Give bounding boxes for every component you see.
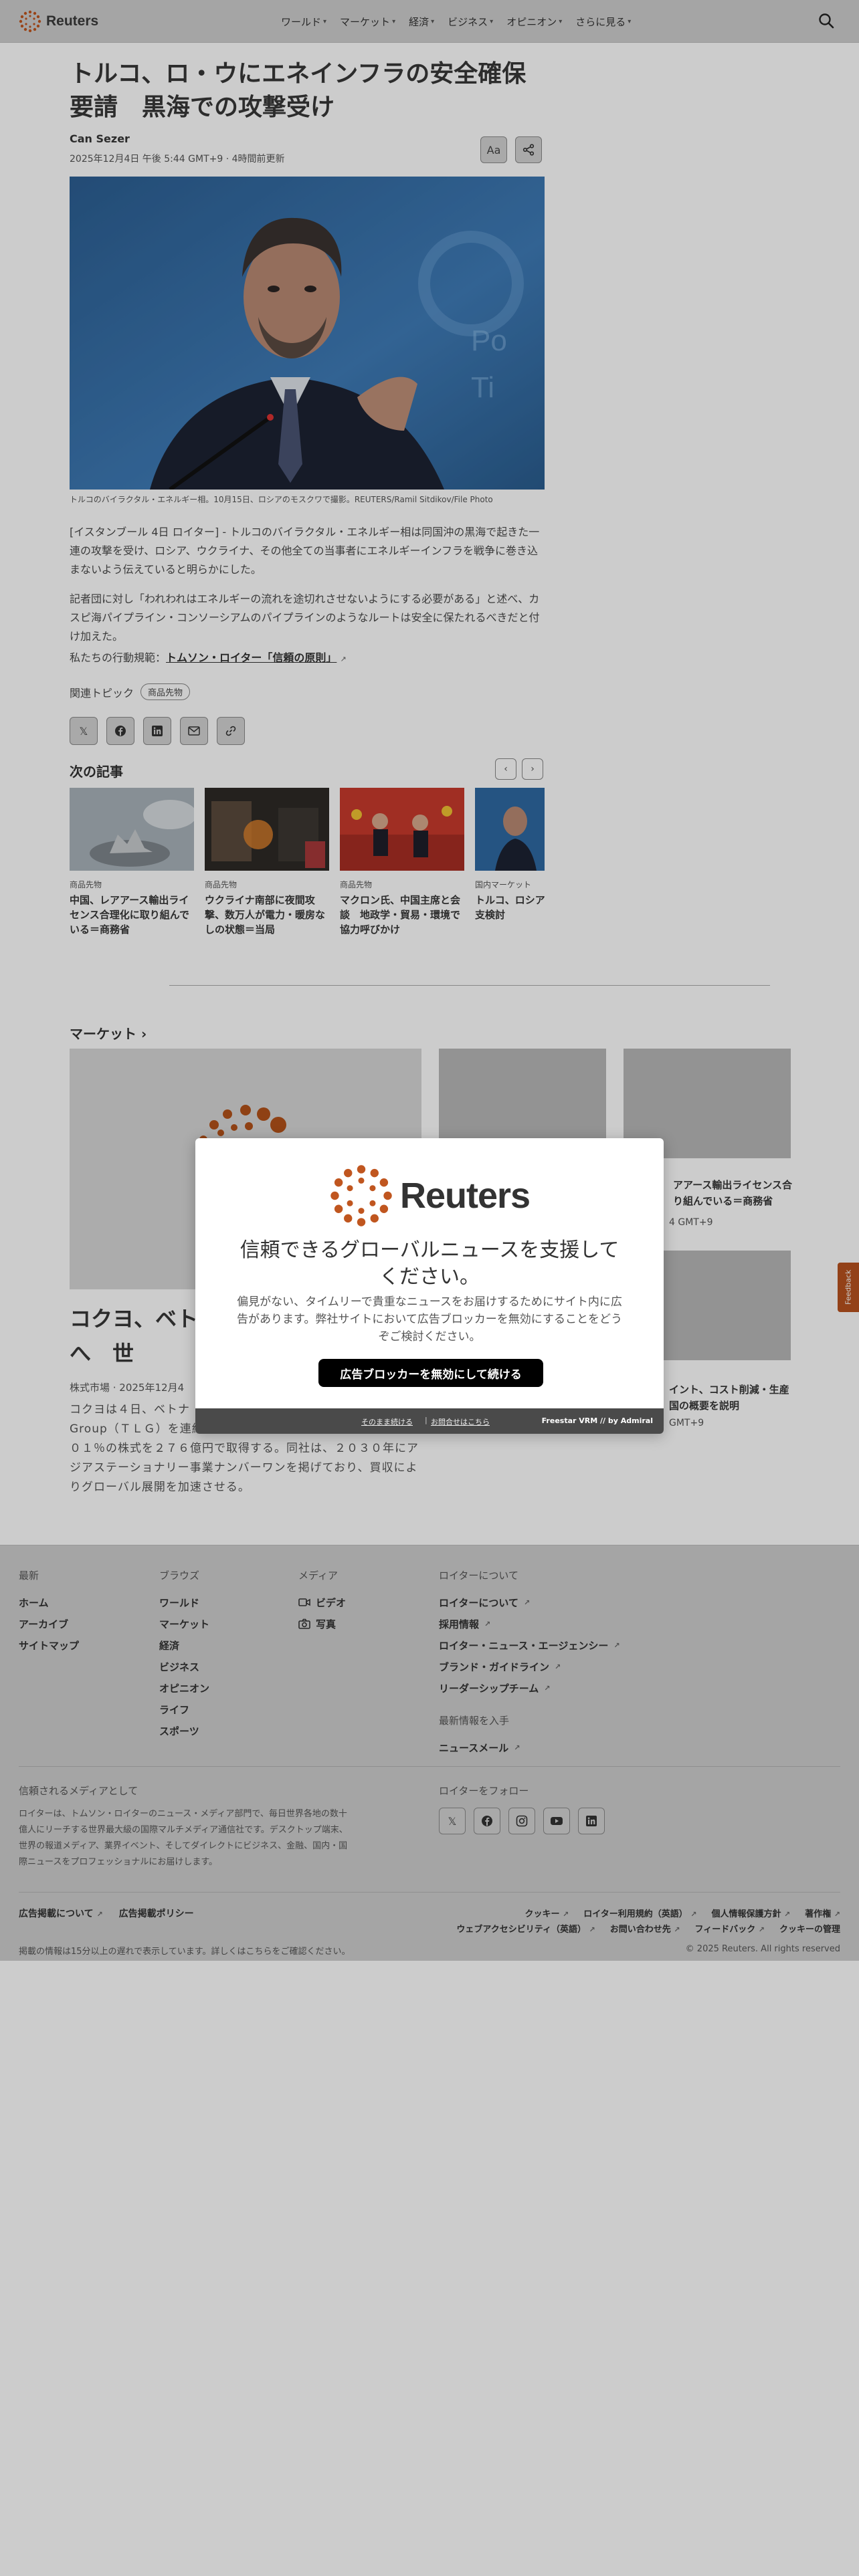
page: Reuters ワールド ▾ マーケット ▾ 経済 ▾ ビジネス ▾ オピニオン ▾ さら…: [0, 0, 859, 2576]
reuters-logo-icon: [330, 1165, 392, 1226]
modal-title: 信頼できるグローバルニュースを支援してください。: [240, 1239, 619, 1289]
separator: |: [425, 1416, 427, 1424]
modal-text: 偏見がない、タイムリーで貴重なニュースをお届けするためにサイト内に広告があります…: [237, 1295, 622, 1344]
modal-logo-text: Reuters: [400, 1176, 531, 1216]
continue-link[interactable]: そのまま続ける: [361, 1416, 413, 1427]
adblock-modal: Reuters 信頼できるグローバルニュースを支援してください。 偏見がない、タ…: [195, 1138, 664, 1434]
freestar-brand: Freestar VRM // by Admiral: [541, 1416, 653, 1425]
modal-footer-bar: そのまま続ける | お問合せはこちら Freestar VRM // by Ad…: [195, 1408, 664, 1434]
disable-adblock-button[interactable]: 広告ブロッカーを無効にして続ける: [318, 1359, 543, 1387]
contact-link[interactable]: お問合せはこちら: [431, 1416, 490, 1427]
modal-reuters-logo: Reuters: [329, 1164, 531, 1228]
